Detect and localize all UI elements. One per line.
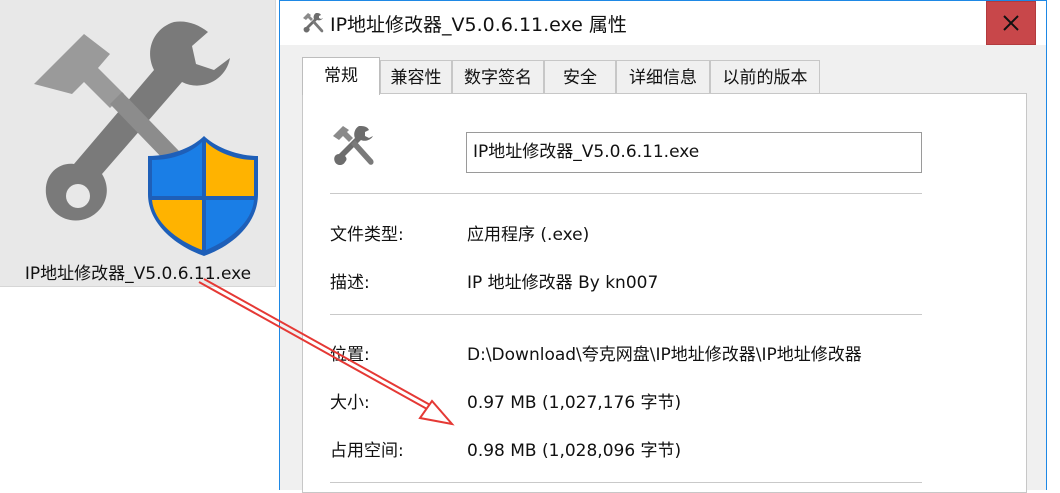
separator	[330, 482, 922, 483]
tab-general[interactable]: 常规	[302, 57, 380, 95]
description-value: IP 地址修改器 By kn007	[467, 273, 659, 293]
location-label: 位置:	[330, 345, 370, 365]
properties-dialog: IP地址修改器_V5.0.6.11.exe 属性 常规 兼容性 数字签名 安全 …	[279, 0, 1047, 493]
tab-digital-signatures[interactable]: 数字签名	[452, 60, 544, 94]
separator	[330, 193, 922, 194]
file-icon-tile[interactable]: IP地址修改器_V5.0.6.11.exe	[0, 0, 276, 287]
tools-icon	[303, 13, 324, 33]
title-bar[interactable]: IP地址修改器_V5.0.6.11.exe 属性	[280, 1, 1046, 45]
size-label: 大小:	[330, 393, 370, 413]
tools-shield-icon	[34, 21, 258, 256]
tools-icon	[333, 126, 374, 165]
description-label: 描述:	[330, 273, 370, 293]
close-button[interactable]	[986, 1, 1036, 45]
tab-compatibility[interactable]: 兼容性	[380, 60, 452, 94]
file-type-value: 应用程序 (.exe)	[467, 225, 590, 245]
size-value: 0.97 MB (1,027,176 字节)	[467, 393, 682, 413]
tab-previous-versions[interactable]: 以前的版本	[710, 60, 820, 94]
file-name-label[interactable]: IP地址修改器_V5.0.6.11.exe	[0, 259, 276, 284]
location-value[interactable]: D:\Download\夸克网盘\IP地址修改器\IP地址修改器	[467, 340, 862, 365]
tab-security[interactable]: 安全	[544, 60, 616, 94]
tab-details[interactable]: 详细信息	[616, 60, 710, 94]
size-on-disk-label: 占用空间:	[330, 441, 404, 461]
close-icon	[1003, 15, 1019, 31]
file-type-label: 文件类型:	[330, 225, 404, 245]
general-tab-panel: IP地址修改器_V5.0.6.11.exe 文件类型: 应用程序 (.exe) …	[302, 93, 1027, 493]
dialog-title: IP地址修改器_V5.0.6.11.exe 属性	[330, 14, 627, 36]
file-name-field[interactable]: IP地址修改器_V5.0.6.11.exe	[466, 132, 922, 173]
size-on-disk-value: 0.98 MB (1,028,096 字节)	[467, 441, 682, 461]
separator	[330, 314, 922, 315]
